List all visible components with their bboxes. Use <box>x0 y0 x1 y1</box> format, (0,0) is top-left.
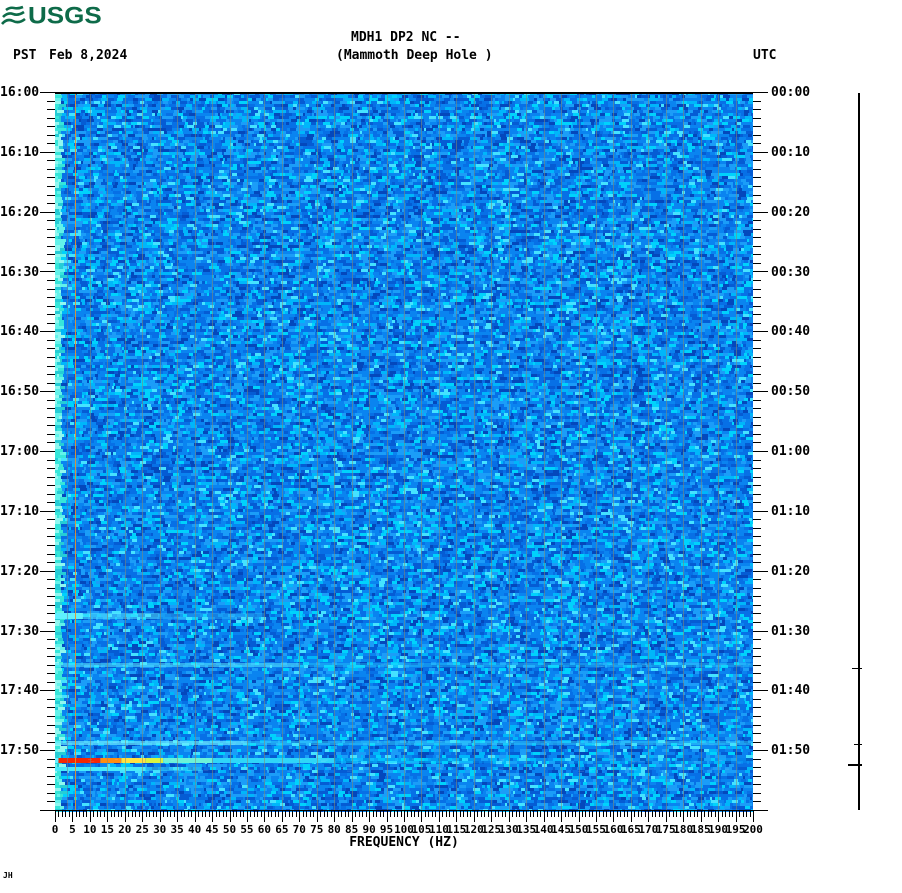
right-timezone-label: UTC <box>753 48 777 63</box>
pst-label-1600: 16:00 <box>0 85 40 100</box>
date-label: Feb 8,2024 <box>49 48 128 63</box>
utc-label-0020: 00:20 <box>771 204 811 220</box>
utc-label-0110: 01:10 <box>771 503 811 519</box>
pst-label-1630: 16:30 <box>0 264 40 280</box>
usgs-wave-icon <box>1 5 26 25</box>
frequency-axis-title: FREQUENCY (HZ) <box>349 835 459 850</box>
pst-label-1650: 16:50 <box>0 384 40 400</box>
utc-label-0000: 00:00 <box>771 85 811 100</box>
plot-signature: JH <box>3 871 13 880</box>
utc-label-0050: 00:50 <box>771 384 811 400</box>
pst-label-1610: 16:10 <box>0 144 40 160</box>
freq-label-200: 200 <box>743 823 763 836</box>
spectrogram-page: USGS MDH1 DP2 NC -- (Mammoth Deep Hole )… <box>0 0 902 893</box>
utc-label-0040: 00:40 <box>771 324 811 340</box>
pst-label-1620: 16:20 <box>0 204 40 220</box>
pst-label-1640: 16:40 <box>0 324 40 340</box>
utc-label-0100: 01:00 <box>771 444 811 459</box>
usgs-logo-text: USGS <box>28 1 102 29</box>
left-timezone-label: PST <box>13 48 37 63</box>
pst-label-1710: 17:10 <box>0 503 40 519</box>
utc-label-0140: 01:40 <box>771 683 811 699</box>
pst-label-1700: 17:00 <box>0 444 40 459</box>
pst-label-1750: 17:50 <box>0 743 40 759</box>
utc-label-0120: 01:20 <box>771 563 811 579</box>
utc-label-0130: 01:30 <box>771 623 811 639</box>
utc-label-0150: 01:50 <box>771 743 811 759</box>
station-subtitle: (Mammoth Deep Hole ) <box>336 48 493 63</box>
station-title: MDH1 DP2 NC -- <box>351 30 461 45</box>
utc-label-0030: 00:30 <box>771 264 811 280</box>
spectrogram-canvas <box>0 0 902 893</box>
pst-label-1720: 17:20 <box>0 563 40 579</box>
utc-label-0010: 00:10 <box>771 144 811 160</box>
usgs-logo: USGS <box>1 0 102 31</box>
pst-label-1730: 17:30 <box>0 623 40 639</box>
pst-label-1740: 17:40 <box>0 683 40 699</box>
